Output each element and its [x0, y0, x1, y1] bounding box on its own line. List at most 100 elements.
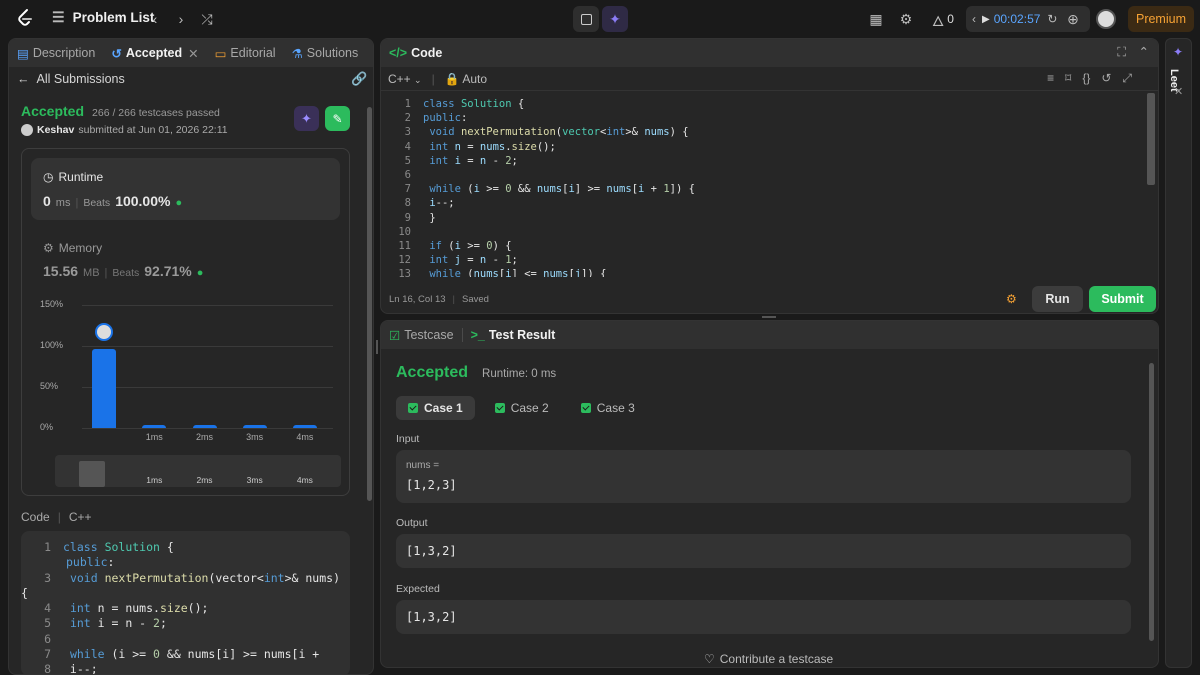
debug-icon[interactable]: ⚙	[1006, 292, 1017, 306]
case-1-tab[interactable]: Case 1	[396, 396, 475, 420]
tab-solutions[interactable]: ⚗ Solutions	[284, 39, 367, 67]
y-tick-label: 0%	[40, 422, 54, 432]
left-tabbar: ▤ Description ↺ Accepted ✕ ▭ Editorial ⚗ Solu…	[9, 39, 373, 67]
code-editor[interactable]: 1 class Solution { 2 public: 3 void nextPe…	[381, 97, 1141, 277]
chart-overview-strip[interactable]: 1ms 2ms 3ms 4ms	[55, 455, 341, 487]
divider: |	[452, 294, 455, 305]
ai-assist-button[interactable]: ✦	[602, 6, 628, 32]
code-line: 1 class Solution {	[404, 98, 525, 110]
runtime-stats: 0 ms | Beats 100.00% ●	[43, 193, 182, 209]
close-rail-icon[interactable]: ✕	[1174, 85, 1183, 98]
runtime-header: ◷ Runtime	[43, 170, 104, 184]
code-line: 10	[398, 225, 411, 238]
play-icon[interactable]: ▶	[982, 14, 990, 25]
overview-tick-label: 1ms	[146, 475, 163, 485]
editor-statusbar: Ln 16, Col 13 | Saved	[389, 294, 489, 305]
submit-button[interactable]: Submit	[1089, 286, 1156, 312]
expected-label: Expected	[396, 583, 440, 595]
code-line: 8 i--;	[404, 197, 455, 210]
ai-analyze-button[interactable]: ✦	[294, 106, 319, 131]
language-select[interactable]: C++ ⌄	[388, 72, 422, 86]
collapse-timer-icon[interactable]: ‹	[966, 12, 982, 26]
editor-toolbar: C++ ⌄ | 🔒 Auto ≡ ⌑ {} ↺ ⤢	[381, 67, 1158, 91]
y-tick-label: 100%	[40, 340, 64, 350]
leetcode-badge-icon: ●	[196, 267, 204, 279]
input-value: [1,2,3]	[406, 478, 457, 492]
code-editor-panel: </> Code ⛶ ⌃ C++ ⌄ | 🔒 Auto ≡ ⌑ {} ↺ ⤢ 1c…	[380, 38, 1159, 314]
runtime-value: 0	[43, 193, 51, 209]
memory-chip-icon: ⚙	[43, 241, 54, 255]
braces-icon[interactable]: {}	[1082, 71, 1090, 86]
chart-bar[interactable]	[292, 424, 317, 428]
overview-selector[interactable]	[79, 461, 105, 487]
runtime-distribution-chart: 150% 100% 50% 0% 1ms 2ms 3ms 4ms	[22, 299, 351, 449]
settings-gear-icon[interactable]: ⚙	[896, 9, 916, 29]
memory-header: ⚙ Memory	[43, 241, 103, 255]
premium-button[interactable]: Premium	[1128, 6, 1194, 32]
note-icon	[580, 13, 592, 25]
result-scrollbar[interactable]	[1149, 363, 1154, 641]
all-submissions-link[interactable]: ← All Submissions	[17, 72, 125, 86]
editor-scrollbar[interactable]	[1147, 93, 1155, 185]
case-3-tab[interactable]: Case 3	[569, 396, 647, 420]
code-label: Code	[21, 510, 50, 524]
bookmark-icon[interactable]: ⌑	[1065, 71, 1071, 86]
chevron-down-icon: ⌄	[414, 74, 422, 85]
runtime-card[interactable]: ◷ Runtime 0 ms | Beats 100.00% ●	[31, 158, 340, 220]
reset-code-icon[interactable]: ↺	[1101, 71, 1111, 86]
shuffle-icon[interactable]: ⤮	[197, 9, 217, 29]
vertical-splitter[interactable]	[376, 340, 378, 354]
chart-bar[interactable]	[192, 424, 217, 428]
expected-value: [1,3,2]	[406, 610, 457, 624]
tab-test-result[interactable]: >_ Test Result	[463, 321, 564, 349]
tab-code[interactable]: </> Code	[381, 39, 450, 67]
edit-code-button[interactable]: ✎	[325, 106, 350, 131]
left-scrollbar[interactable]	[367, 107, 372, 501]
chart-bar[interactable]	[142, 424, 167, 428]
close-tab-icon[interactable]: ✕	[188, 46, 198, 61]
format-icon[interactable]: ≡	[1047, 71, 1054, 86]
heart-icon: ♡	[704, 652, 715, 666]
tab-testcase[interactable]: ☑ Testcase	[381, 321, 462, 349]
divider: |	[75, 197, 79, 209]
leet-sparkle-icon[interactable]: ✦	[1173, 45, 1183, 59]
code-line: 3 void nextPermutation(vector<int>& nums…	[404, 126, 689, 139]
reset-icon[interactable]: ↻	[1047, 12, 1057, 26]
tab-submissions[interactable]: ↺Su	[366, 39, 373, 67]
editor-tabbar: </> Code ⛶ ⌃	[381, 39, 1158, 67]
username[interactable]: Keshav	[37, 124, 74, 136]
input-var-name: nums =	[406, 460, 440, 471]
chart-bar[interactable]	[242, 424, 267, 428]
tab-accepted[interactable]: ↺ Accepted ✕	[103, 39, 206, 67]
code-line: 4 int n = nums.size();	[404, 140, 556, 153]
next-problem-icon[interactable]: ›	[171, 9, 191, 29]
auto-mode[interactable]: 🔒 Auto	[445, 72, 487, 86]
streak-counter[interactable]: 🜂 0	[928, 9, 958, 29]
avatar[interactable]	[1096, 9, 1116, 29]
overview-tick-label: 4ms	[296, 475, 313, 485]
problem-list-button[interactable]: ☰ Problem List	[52, 9, 154, 26]
editor-actions: ≡ ⌑ {} ↺ ⤢	[1047, 71, 1132, 86]
result-runtime: Runtime: 0 ms	[482, 368, 557, 380]
tab-description[interactable]: ▤ Description	[9, 39, 103, 67]
overview-tick-label: 2ms	[196, 475, 213, 485]
add-user-icon[interactable]: ⊕	[1063, 9, 1083, 29]
tab-editorial[interactable]: ▭ Editorial	[207, 39, 284, 67]
run-button[interactable]: Run	[1032, 286, 1083, 312]
chart-bar[interactable]	[92, 349, 117, 428]
collapse-icon[interactable]: ⌃	[1139, 44, 1149, 59]
note-button[interactable]	[573, 6, 599, 32]
case-2-tab[interactable]: Case 2	[483, 396, 561, 420]
layout-grid-icon[interactable]: ▦	[866, 9, 886, 29]
prev-problem-icon[interactable]: ‹	[145, 9, 165, 29]
fullscreen-icon[interactable]: ⤢	[1122, 71, 1132, 86]
memory-card[interactable]: ⚙ Memory 15.56 MB | Beats 92.71% ●	[31, 231, 340, 293]
horizontal-splitter[interactable]	[762, 316, 776, 318]
contribute-testcase-link[interactable]: ♡ Contribute a testcase	[704, 652, 833, 666]
user-avatar[interactable]	[21, 124, 33, 136]
beats-label: Beats	[83, 197, 111, 209]
leetcode-logo-icon[interactable]	[15, 8, 35, 28]
share-link-icon[interactable]: 🔗	[351, 71, 367, 87]
maximize-icon[interactable]: ⛶	[1117, 45, 1126, 60]
x-tick-label: 3ms	[246, 432, 264, 442]
